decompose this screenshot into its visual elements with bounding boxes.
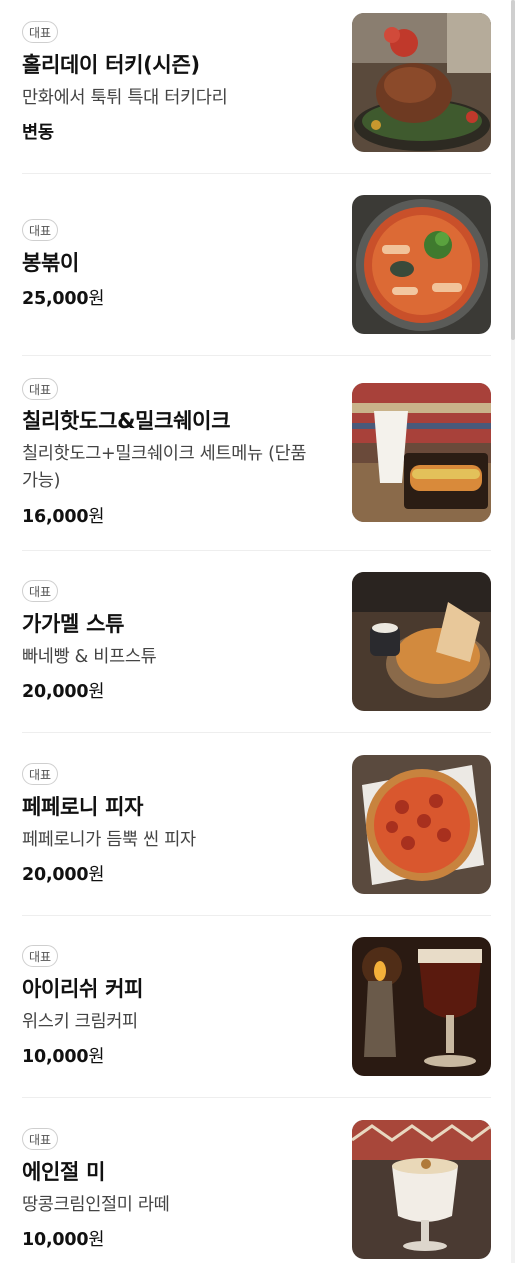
roast-turkey-image[interactable] bbox=[352, 13, 491, 152]
hotdog-milkshake-image[interactable] bbox=[352, 383, 491, 522]
latte-image[interactable] bbox=[352, 1120, 491, 1259]
menu-item-price: 10,000원 bbox=[22, 1047, 105, 1067]
item-divider bbox=[22, 732, 491, 733]
menu-item-name: 아이리쉬 커피 bbox=[22, 977, 144, 1001]
signature-badge: 대표 bbox=[22, 378, 59, 400]
menu-item-price: 25,000원 bbox=[22, 289, 105, 309]
item-divider bbox=[22, 915, 491, 916]
menu-item[interactable]: 대표 에인절 미 땅콩크림인절미 라떼 10,000원 bbox=[22, 1120, 491, 1263]
menu-item-name: 페페로니 피자 bbox=[22, 795, 144, 819]
menu-item[interactable]: 대표 아이리쉬 커피 위스키 크림커피 10,000원 bbox=[22, 937, 491, 1098]
irish-coffee-image[interactable] bbox=[352, 937, 491, 1076]
menu-item-description: 위스키 크림커피 bbox=[22, 1012, 138, 1032]
scrollbar-track[interactable] bbox=[511, 0, 515, 1263]
signature-badge: 대표 bbox=[22, 1128, 59, 1150]
menu-item-name: 에인절 미 bbox=[22, 1160, 106, 1184]
menu-item-price: 16,000원 bbox=[22, 507, 105, 527]
menu-item-description: 땅콩크림인절미 라떼 bbox=[22, 1195, 170, 1215]
item-divider bbox=[22, 1097, 491, 1098]
tteokbokki-image[interactable] bbox=[352, 195, 491, 334]
menu-item-description: 만화에서 툭튀 특대 터키다리 bbox=[22, 88, 228, 108]
stew-image[interactable] bbox=[352, 572, 491, 711]
menu-item-description: 칠리핫도그+밀크쉐이크 세트메뉴 (단품 가능) bbox=[22, 444, 307, 491]
menu-item-name: 봉볶이 bbox=[22, 251, 80, 275]
signature-badge: 대표 bbox=[22, 580, 59, 602]
item-divider bbox=[22, 355, 491, 356]
pizza-image[interactable] bbox=[352, 755, 491, 894]
item-divider bbox=[22, 550, 491, 551]
menu-item[interactable]: 대표 페페로니 피자 페페로니가 듬뿍 씬 피자 20,000원 bbox=[22, 755, 491, 916]
signature-badge: 대표 bbox=[22, 945, 59, 967]
menu-item-price: 20,000원 bbox=[22, 682, 105, 702]
item-divider bbox=[22, 173, 491, 174]
menu-item-description: 페페로니가 듬뿍 씬 피자 bbox=[22, 830, 196, 850]
menu-item[interactable]: 대표 홀리데이 터키(시즌) 만화에서 툭튀 특대 터키다리 변동 bbox=[22, 13, 491, 174]
menu-item-name: 홀리데이 터키(시즌) bbox=[22, 53, 200, 77]
signature-badge: 대표 bbox=[22, 219, 59, 241]
signature-badge: 대표 bbox=[22, 763, 59, 785]
menu-item[interactable]: 대표 가가멜 스튜 빠네빵 & 비프스튜 20,000원 bbox=[22, 572, 491, 733]
menu-item-name: 가가멜 스튜 bbox=[22, 612, 125, 636]
scrollbar-thumb[interactable] bbox=[511, 0, 515, 340]
menu-item-description: 빠네빵 & 비프스튜 bbox=[22, 647, 157, 667]
signature-badge: 대표 bbox=[22, 21, 59, 43]
menu-item-price: 변동 bbox=[22, 123, 54, 143]
menu-item-name: 칠리핫도그&밀크쉐이크 bbox=[22, 409, 231, 433]
menu-item[interactable]: 대표 봉볶이 25,000원 bbox=[22, 195, 491, 356]
menu-item[interactable]: 대표 칠리핫도그&밀크쉐이크 칠리핫도그+밀크쉐이크 세트메뉴 (단품 가능) … bbox=[22, 378, 491, 551]
menu-item-price: 20,000원 bbox=[22, 865, 105, 885]
menu-item-price: 10,000원 bbox=[22, 1230, 105, 1250]
